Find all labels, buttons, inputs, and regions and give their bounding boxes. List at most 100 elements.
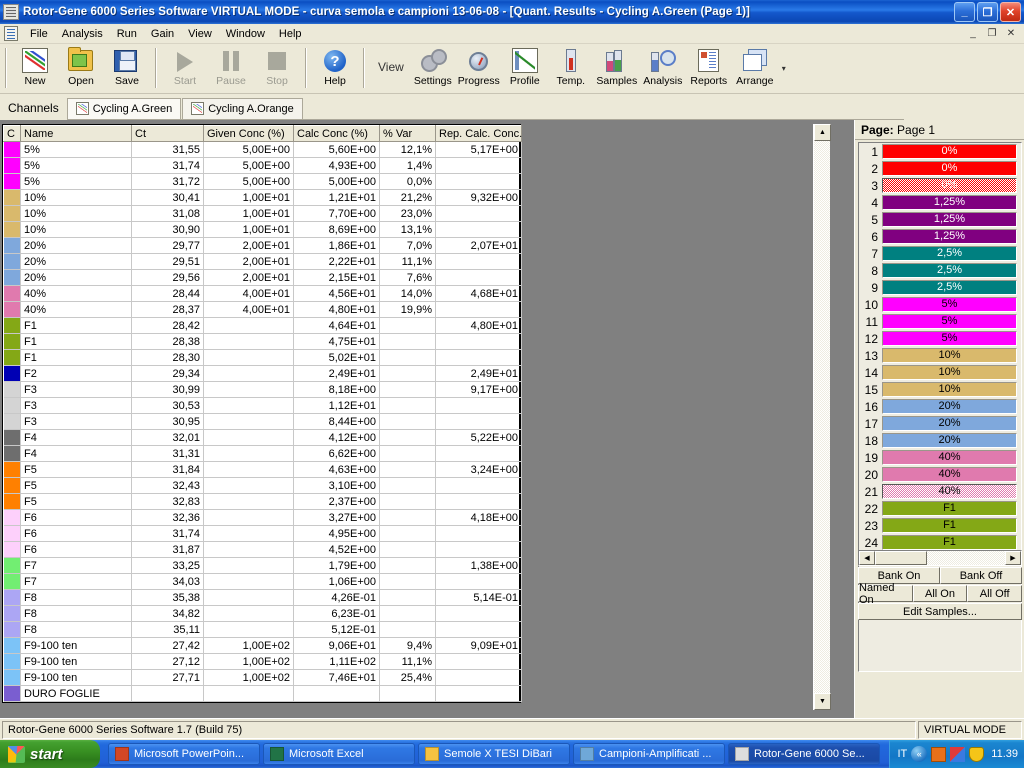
- table-row[interactable]: 10% 31,08 1,00E+01 7,70E+00 23,0%: [3, 205, 522, 222]
- table-row[interactable]: 20% 29,56 2,00E+01 2,15E+01 7,6%: [3, 269, 522, 286]
- sample-row[interactable]: 10 5%: [859, 296, 1021, 313]
- mdi-restore-button[interactable]: ❐: [984, 26, 1000, 41]
- sample-bar[interactable]: 2,5%: [882, 280, 1017, 295]
- sample-bar[interactable]: 0%: [882, 144, 1017, 159]
- table-row[interactable]: F1 28,30 5,02E+01: [3, 349, 522, 366]
- sample-row[interactable]: 17 20%: [859, 415, 1021, 432]
- scroll-down-button[interactable]: ▼: [814, 693, 831, 710]
- sample-bar[interactable]: 10%: [882, 365, 1017, 380]
- column-header-given-conc[interactable]: Given Conc (%): [203, 125, 294, 142]
- toolbar-arrange-button[interactable]: Arrange: [732, 44, 778, 92]
- toolbar-open-button[interactable]: Open: [58, 44, 104, 92]
- toolbar-overflow-chevron-down-icon[interactable]: ▾: [778, 44, 790, 92]
- toolbar-pause-button[interactable]: Pause: [208, 44, 254, 92]
- mdi-minimize-button[interactable]: _: [965, 26, 981, 41]
- table-row[interactable]: 10% 30,90 1,00E+01 8,69E+00 13,1%: [3, 221, 522, 238]
- sample-row[interactable]: 2 0%: [859, 160, 1021, 177]
- table-row[interactable]: F8 35,11 5,12E-01: [3, 621, 522, 638]
- mdi-close-button[interactable]: ✕: [1003, 26, 1019, 41]
- results-grid[interactable]: C Name Ct Given Conc (%) Calc Conc (%) %…: [2, 124, 522, 703]
- table-row[interactable]: 40% 28,44 4,00E+01 4,56E+01 14,0% 4,68E+01: [3, 285, 522, 302]
- menu-item-view[interactable]: View: [181, 26, 219, 42]
- windows-update-icon[interactable]: [950, 746, 966, 762]
- sample-bar[interactable]: 1,25%: [882, 195, 1017, 210]
- table-row[interactable]: F9-100 ten 27,42 1,00E+02 9,06E+01 9,4% 9,09E…: [3, 637, 522, 654]
- all-off-button[interactable]: All Off: [967, 585, 1023, 602]
- tab-cycling-a-orange[interactable]: Cycling A.Orange: [182, 98, 303, 119]
- sample-bar[interactable]: F1: [882, 535, 1017, 550]
- toolbar-profile-button[interactable]: Profile: [502, 44, 548, 92]
- sample-bar[interactable]: 40%: [882, 467, 1017, 482]
- table-row[interactable]: 40% 28,37 4,00E+01 4,80E+01 19,9%: [3, 301, 522, 318]
- table-row[interactable]: F3 30,95 8,44E+00: [3, 413, 522, 430]
- table-row[interactable]: F4 31,31 6,62E+00: [3, 445, 522, 462]
- menu-item-run[interactable]: Run: [110, 26, 144, 42]
- sample-row[interactable]: 1 0%: [859, 143, 1021, 160]
- sample-row[interactable]: 9 2,5%: [859, 279, 1021, 296]
- toolbar-settings-button[interactable]: Settings: [410, 44, 456, 92]
- toolbar-new-button[interactable]: New: [12, 44, 58, 92]
- sample-bar[interactable]: 0%: [882, 178, 1017, 193]
- column-header-percent-var[interactable]: % Var: [379, 125, 436, 142]
- scrollbar-thumb[interactable]: [875, 551, 927, 565]
- sample-bar[interactable]: F1: [882, 518, 1017, 533]
- table-row[interactable]: F5 32,83 2,37E+00: [3, 493, 522, 510]
- named-on-button[interactable]: Named On: [858, 582, 913, 606]
- table-row[interactable]: 20% 29,77 2,00E+01 1,86E+01 7,0% 2,07E+01: [3, 237, 522, 254]
- column-header-ct[interactable]: Ct: [131, 125, 204, 142]
- table-row[interactable]: DURO FOGLIE: [3, 685, 522, 702]
- table-row[interactable]: F3 30,99 8,18E+00 9,17E+00: [3, 381, 522, 398]
- sample-row[interactable]: 18 20%: [859, 432, 1021, 449]
- toolbar-samples-button[interactable]: Samples: [594, 44, 640, 92]
- table-row[interactable]: F6 31,87 4,52E+00: [3, 541, 522, 558]
- bank-off-button[interactable]: Bank Off: [940, 567, 1022, 584]
- sample-row[interactable]: 13 10%: [859, 347, 1021, 364]
- sample-row[interactable]: 8 2,5%: [859, 262, 1021, 279]
- toolbar-help-button[interactable]: ? Help: [312, 44, 358, 92]
- table-row[interactable]: F8 34,82 6,23E-01: [3, 605, 522, 622]
- table-row[interactable]: 5% 31,55 5,00E+00 5,60E+00 12,1% 5,17E+00: [3, 141, 522, 158]
- sample-row[interactable]: 14 10%: [859, 364, 1021, 381]
- sample-row[interactable]: 19 40%: [859, 449, 1021, 466]
- minimize-button[interactable]: _: [954, 2, 975, 22]
- toolbar-stop-button[interactable]: Stop: [254, 44, 300, 92]
- java-icon[interactable]: [931, 746, 947, 762]
- sample-bar[interactable]: 5%: [882, 331, 1017, 346]
- sample-bar[interactable]: 10%: [882, 348, 1017, 363]
- sample-row[interactable]: 11 5%: [859, 313, 1021, 330]
- table-row[interactable]: 20% 29,51 2,00E+01 2,22E+01 11,1%: [3, 253, 522, 270]
- sample-row[interactable]: 12 5%: [859, 330, 1021, 347]
- sample-bar[interactable]: 20%: [882, 399, 1017, 414]
- scroll-up-button[interactable]: ▲: [814, 124, 831, 141]
- tray-language-indicator[interactable]: IT: [898, 748, 908, 760]
- menu-item-analysis[interactable]: Analysis: [55, 26, 110, 42]
- toolbar-progress-button[interactable]: Progress: [456, 44, 502, 92]
- table-row[interactable]: F4 32,01 4,12E+00 5,22E+00: [3, 429, 522, 446]
- sample-bar[interactable]: 40%: [882, 484, 1017, 499]
- table-row[interactable]: 10% 30,41 1,00E+01 1,21E+01 21,2% 9,32E+00: [3, 189, 522, 206]
- sample-row[interactable]: 6 1,25%: [859, 228, 1021, 245]
- table-row[interactable]: 5% 31,74 5,00E+00 4,93E+00 1,4%: [3, 157, 522, 174]
- table-row[interactable]: F2 29,34 2,49E+01 2,49E+01: [3, 365, 522, 382]
- table-row[interactable]: F5 31,84 4,63E+00 3,24E+00: [3, 461, 522, 478]
- table-row[interactable]: F9-100 ten 27,12 1,00E+02 1,11E+02 11,1%: [3, 653, 522, 670]
- all-on-button[interactable]: All On: [912, 585, 968, 602]
- table-row[interactable]: F5 32,43 3,10E+00: [3, 477, 522, 494]
- menu-item-gain[interactable]: Gain: [144, 26, 181, 42]
- toolbar-analysis-button[interactable]: Analysis: [640, 44, 686, 92]
- sample-row[interactable]: 3 0%: [859, 177, 1021, 194]
- table-row[interactable]: F7 33,25 1,79E+00 1,38E+00: [3, 557, 522, 574]
- sample-bar[interactable]: 5%: [882, 314, 1017, 329]
- toolbar-start-button[interactable]: Start: [162, 44, 208, 92]
- menu-item-help[interactable]: Help: [272, 26, 309, 42]
- sample-bar[interactable]: 2,5%: [882, 246, 1017, 261]
- security-shield-icon[interactable]: [969, 746, 985, 762]
- sample-horizontal-scrollbar[interactable]: ◀ ▶: [858, 550, 1022, 566]
- restore-button[interactable]: ❐: [977, 2, 998, 22]
- column-header-calc-conc[interactable]: Calc Conc (%): [293, 125, 380, 142]
- sample-row[interactable]: 7 2,5%: [859, 245, 1021, 262]
- sample-bar[interactable]: 40%: [882, 450, 1017, 465]
- table-row[interactable]: F3 30,53 1,12E+01: [3, 397, 522, 414]
- table-row[interactable]: F1 28,38 4,75E+01: [3, 333, 522, 350]
- table-row[interactable]: F6 31,74 4,95E+00: [3, 525, 522, 542]
